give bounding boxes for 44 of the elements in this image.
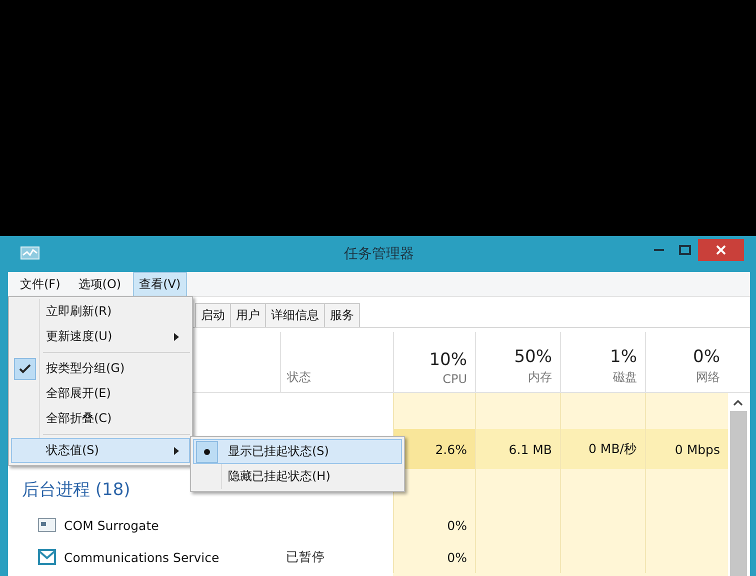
column-header[interactable]: 内存: [528, 369, 552, 386]
window-icon: [38, 518, 56, 532]
process-name: COM Surrogate: [64, 518, 159, 532]
menu-item[interactable]: 按类型分组(G): [11, 356, 190, 381]
menu-item[interactable]: 选项(O): [72, 272, 128, 296]
scrollbar-thumb[interactable]: [730, 411, 746, 576]
menu-item[interactable]: 查看(V): [133, 272, 187, 296]
maximize-icon: [679, 245, 691, 255]
close-button[interactable]: [698, 239, 744, 261]
usage-value: 0%: [447, 518, 467, 532]
column-header[interactable]: 磁盘: [613, 369, 637, 386]
minimize-icon: [654, 248, 664, 252]
usage-value: 0%: [447, 550, 467, 564]
tab[interactable]: 用户: [230, 303, 266, 327]
column-usage: 50%: [514, 347, 552, 367]
envelope-icon: [38, 549, 56, 565]
close-icon: [716, 245, 726, 255]
menu-item[interactable]: 隐藏已挂起状态(H): [193, 464, 402, 489]
column-header[interactable]: 网络: [696, 369, 720, 386]
menu-item[interactable]: 文件(F): [14, 272, 66, 296]
menu-item[interactable]: 全部折叠(C): [11, 406, 190, 431]
usage-value: 6.1 MB: [508, 442, 552, 456]
tab[interactable]: 服务: [324, 303, 360, 327]
tab[interactable]: 启动: [195, 303, 231, 327]
usage-value: 2.6%: [435, 442, 467, 456]
column-usage: 10%: [429, 350, 467, 370]
app-icon: [20, 246, 40, 262]
window-title: 任务管理器: [344, 245, 414, 263]
menu-item[interactable]: 全部展开(E): [11, 381, 190, 406]
column-usage: 0%: [693, 347, 720, 367]
usage-value: 0 MB/秒: [588, 440, 637, 458]
process-status: 已暂停: [286, 548, 325, 566]
menu-item[interactable]: 显示已挂起状态(S): [193, 439, 402, 464]
column-header[interactable]: 状态: [287, 369, 311, 386]
column-usage: 1%: [610, 347, 637, 367]
process-name: Communications Service: [64, 550, 220, 564]
group-header[interactable]: 后台进程 (18): [22, 478, 130, 500]
scroll-up-icon[interactable]: [733, 399, 743, 407]
menu-item[interactable]: 状态值(S): [11, 438, 190, 463]
column-header[interactable]: CPU: [442, 372, 467, 386]
tab[interactable]: 详细信息: [265, 303, 325, 327]
menu-item[interactable]: 立即刷新(R): [11, 299, 190, 324]
usage-value: 0 Mbps: [674, 442, 720, 456]
menu-item[interactable]: 更新速度(U): [11, 324, 190, 349]
